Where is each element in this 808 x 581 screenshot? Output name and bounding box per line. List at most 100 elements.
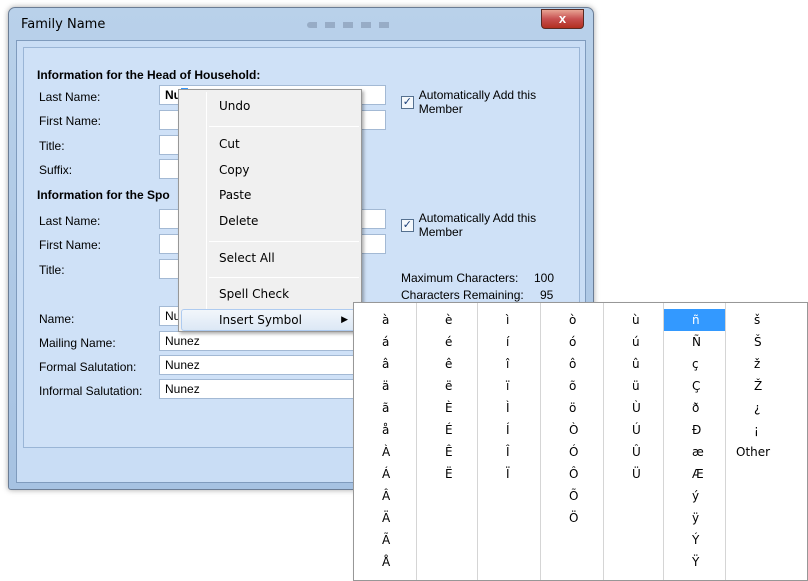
symbol-item[interactable]: è (417, 309, 477, 331)
symbol-item[interactable]: Š (726, 331, 808, 353)
symbol-item[interactable]: ž (726, 353, 808, 375)
symbol-item[interactable]: ù (604, 309, 663, 331)
symbol-item[interactable]: ï (478, 375, 540, 397)
symbol-item[interactable]: Ü (604, 463, 663, 485)
menu-item-delete[interactable]: Delete (181, 210, 359, 232)
title-bar-blur (307, 22, 395, 28)
close-button[interactable]: x (541, 9, 584, 29)
symbol-column: š Šž Ž ¿ ¡ Other (726, 303, 808, 580)
symbol-item[interactable]: á (354, 331, 416, 353)
symbol-column: òóôõöÒÓÔÕÖ (541, 303, 604, 580)
symbol-item[interactable]: Â (354, 485, 416, 507)
symbol-item[interactable]: Á (354, 463, 416, 485)
symbol-column: èéêëÈÉÊË (417, 303, 478, 580)
symbol-item[interactable]: ó (541, 331, 603, 353)
symbol-item[interactable]: î (478, 353, 540, 375)
symbol-item[interactable]: ä (354, 375, 416, 397)
menu-item-cut[interactable]: Cut (181, 133, 359, 155)
symbol-item[interactable]: Ö (541, 507, 603, 529)
symbol-item[interactable]: Õ (541, 485, 603, 507)
symbol-item[interactable]: Å (354, 551, 416, 573)
symbol-item[interactable]: ô (541, 353, 603, 375)
symbol-item[interactable]: š (726, 309, 808, 331)
formal-salutation-label: Formal Salutation: (39, 360, 137, 374)
symbol-item[interactable]: Ë (417, 463, 477, 485)
symbol-item[interactable]: ¿ (726, 397, 808, 419)
symbol-item[interactable]: å (354, 419, 416, 441)
symbol-item[interactable]: Ñ (664, 331, 725, 353)
spouse-title-label: Title: (39, 263, 65, 277)
menu-item-select-all[interactable]: Select All (181, 247, 359, 269)
head-last-name-label: Last Name: (39, 90, 101, 104)
symbol-item[interactable]: ú (604, 331, 663, 353)
symbol-item[interactable]: ê (417, 353, 477, 375)
symbol-item[interactable]: Ð (664, 419, 725, 441)
symbol-item[interactable]: Ó (541, 441, 603, 463)
menu-separator (209, 126, 359, 127)
symbol-item[interactable]: ü (604, 375, 663, 397)
spouse-auto-add-checkbox-row[interactable]: ✓ Automatically Add this Member (401, 211, 579, 239)
symbol-item[interactable]: Ô (541, 463, 603, 485)
context-menu: Undo Cut Copy Paste Delete Select All Sp… (178, 89, 362, 332)
symbol-item[interactable]: û (604, 353, 663, 375)
name-label: Name: (39, 312, 75, 326)
symbol-item[interactable]: â (354, 353, 416, 375)
symbol-item[interactable]: ÿ (664, 507, 725, 529)
submenu-arrow-icon: ▶ (341, 315, 348, 325)
symbol-item[interactable]: Ž (726, 375, 808, 397)
menu-item-spell-check[interactable]: Spell Check (181, 283, 359, 305)
symbol-item[interactable]: ç (664, 353, 725, 375)
head-section-title: Information for the Head of Household: (37, 68, 261, 82)
menu-item-paste[interactable]: Paste (181, 184, 359, 206)
characters-remaining-label: Characters Remaining: (401, 288, 524, 302)
symbol-item[interactable]: Ç (664, 375, 725, 397)
menu-item-undo[interactable]: Undo (181, 95, 359, 117)
symbol-item[interactable]: é (417, 331, 477, 353)
symbol-item[interactable]: æ (664, 441, 725, 463)
symbol-item[interactable]: È (417, 397, 477, 419)
symbol-item[interactable]: ö (541, 397, 603, 419)
symbol-item[interactable]: Ä (354, 507, 416, 529)
spouse-last-name-label: Last Name: (39, 214, 101, 228)
symbol-item-other[interactable]: Other (726, 441, 808, 463)
symbol-item[interactable]: ë (417, 375, 477, 397)
symbol-item[interactable]: ¡ (726, 419, 808, 441)
head-title-label: Title: (39, 139, 65, 153)
symbol-item[interactable]: Î (478, 441, 540, 463)
menu-item-copy[interactable]: Copy (181, 159, 359, 181)
symbol-item[interactable]: Ï (478, 463, 540, 485)
title-bar[interactable]: Family Name x (9, 8, 593, 40)
symbol-item[interactable]: Ì (478, 397, 540, 419)
symbol-item[interactable]: À (354, 441, 416, 463)
characters-remaining-value: 95 (540, 288, 554, 302)
symbol-item[interactable]: Ê (417, 441, 477, 463)
symbol-item[interactable]: ð (664, 397, 725, 419)
head-auto-add-checkbox-row[interactable]: ✓ Automatically Add this Member (401, 88, 579, 116)
symbol-item[interactable]: ã (354, 397, 416, 419)
spouse-auto-add-checkbox[interactable]: ✓ (401, 218, 414, 232)
spouse-auto-add-label: Automatically Add this Member (418, 211, 537, 239)
symbol-item[interactable]: Ù (604, 397, 663, 419)
symbol-item[interactable]: Û (604, 441, 663, 463)
head-auto-add-label: Automatically Add this Member (418, 88, 537, 116)
symbol-item[interactable]: ò (541, 309, 603, 331)
menu-item-insert-symbol[interactable]: Insert Symbol ▶ (181, 309, 359, 331)
symbol-item[interactable]: à (354, 309, 416, 331)
insert-symbol-label: Insert Symbol (219, 313, 302, 327)
symbol-item[interactable]: õ (541, 375, 603, 397)
symbol-item[interactable]: ì (478, 309, 540, 331)
symbol-item[interactable]: ý (664, 485, 725, 507)
symbol-item[interactable]: ñ (664, 309, 725, 331)
symbol-item[interactable]: í (478, 331, 540, 353)
symbol-item[interactable]: Ÿ (664, 551, 725, 573)
symbol-item[interactable]: Ã (354, 529, 416, 551)
symbol-item[interactable]: Í (478, 419, 540, 441)
symbol-item[interactable]: Æ (664, 463, 725, 485)
head-auto-add-checkbox[interactable]: ✓ (401, 95, 414, 109)
symbol-submenu: àáâäãåÀÁÂÄÃÅèéêëÈÉÊËìíîïÌÍÎÏòóôõöÒÓÔÕÖùú… (353, 302, 808, 581)
symbol-item[interactable]: Ý (664, 529, 725, 551)
symbol-item[interactable]: Ú (604, 419, 663, 441)
symbol-item[interactable]: Ò (541, 419, 603, 441)
symbol-item[interactable]: É (417, 419, 477, 441)
head-first-name-label: First Name: (39, 114, 102, 128)
